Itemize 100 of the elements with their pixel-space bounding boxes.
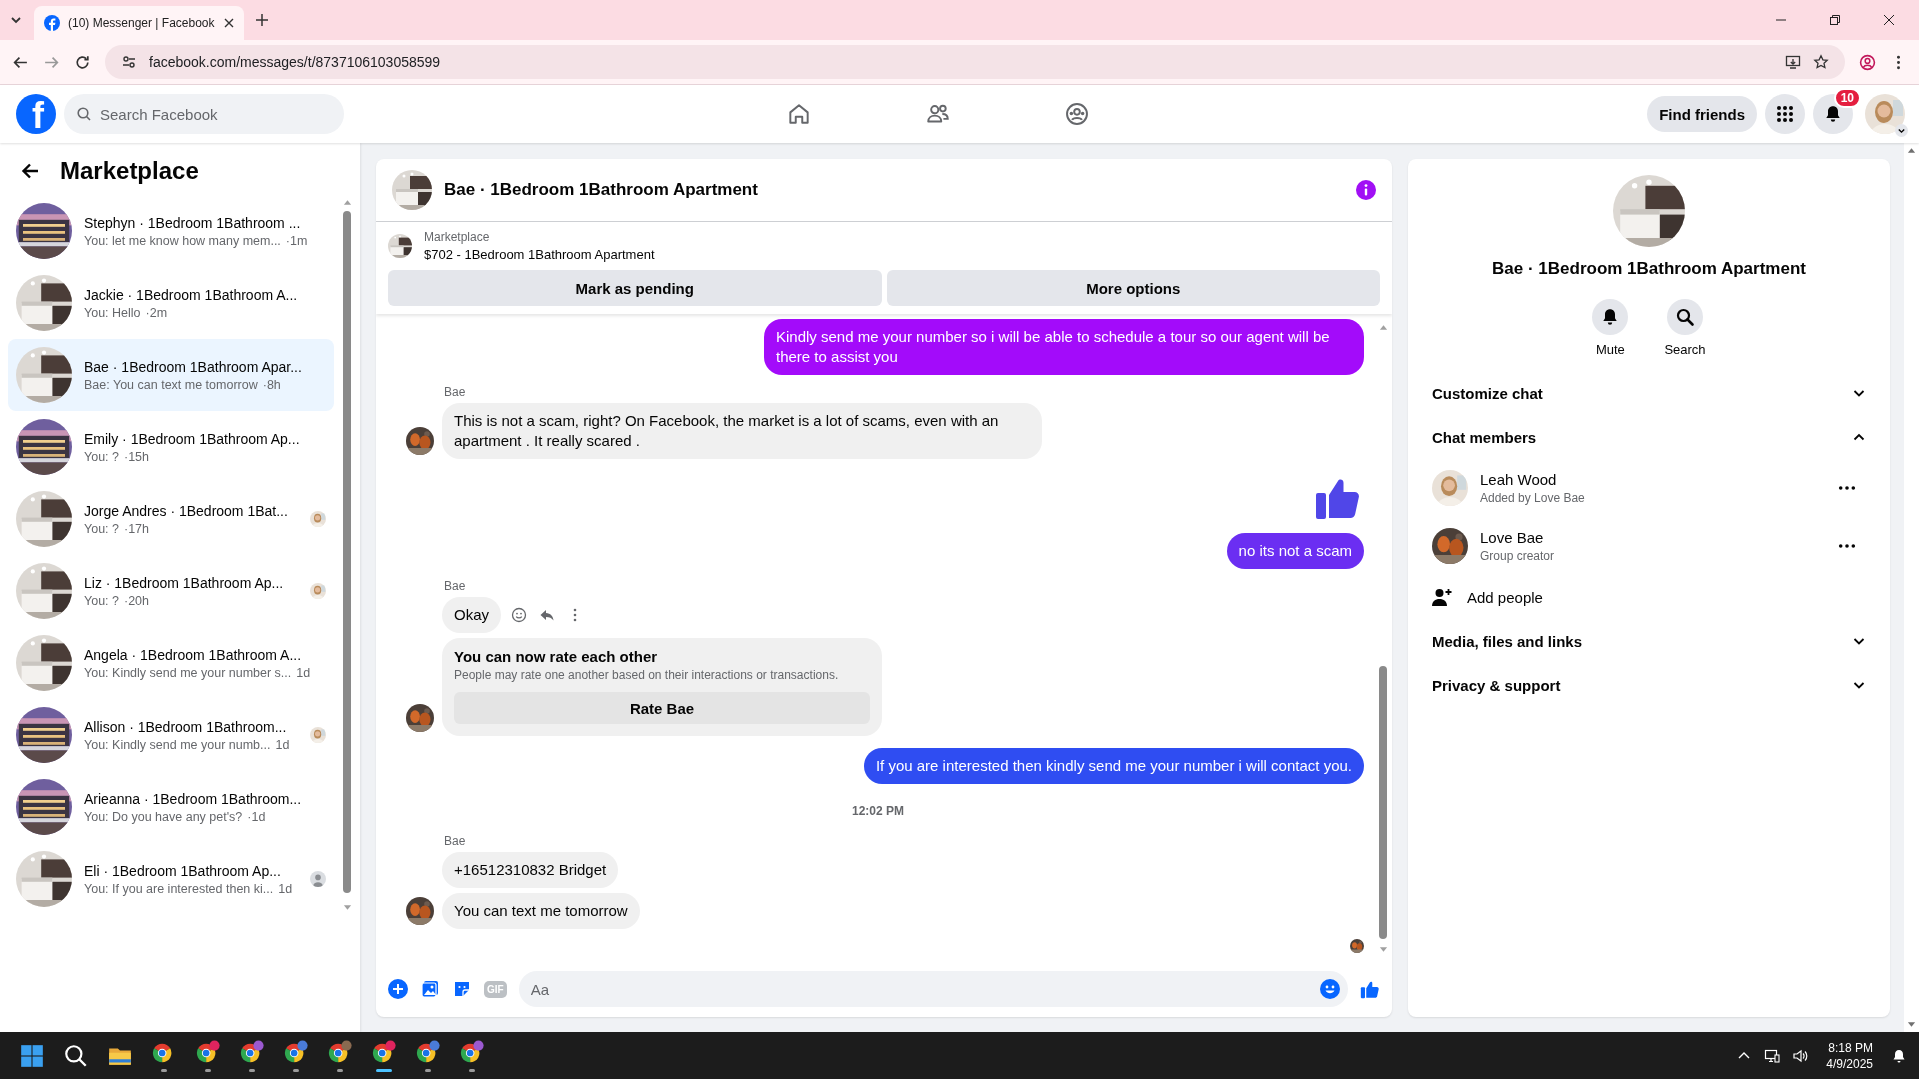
groups-icon[interactable] [1063,101,1090,127]
listing-title[interactable]: $702 - 1Bedroom 1Bathroom Apartment [424,247,655,262]
scroll-up-icon[interactable] [342,198,352,206]
plus-icon[interactable] [388,979,408,999]
volume-icon[interactable] [1792,1047,1809,1064]
more-icon[interactable] [1838,485,1856,491]
search-field[interactable]: Search Facebook [64,94,344,134]
conversation-item[interactable]: Angela · 1Bedroom 1Bathroom A... You: Kindly send me your number s... 1d [8,627,334,699]
message-preview: You: If you are interested then ki... [84,881,274,896]
conversation-item[interactable]: Eli · 1Bedroom 1Bathroom Ap... You: If you are interested then ki... 1d [8,843,334,915]
new-tab-icon[interactable] [254,12,270,28]
search-icon[interactable] [63,1042,89,1069]
star-icon[interactable] [1813,54,1829,70]
message-bubble[interactable]: Kindly send me your number so i will be able to schedule a tour so our agent will be there to assist you [764,319,1364,375]
reply-icon[interactable] [539,607,555,623]
address-field[interactable]: facebook.com/messages/t/8737106103058599 [105,45,1845,79]
message-bubble[interactable]: This is not a scam, right? On Facebook, the market is a lot of scams, even with an apartment . It really scared . [442,403,1042,459]
install-icon[interactable] [1785,54,1801,70]
info-icon[interactable] [1356,180,1376,200]
caret-icon[interactable] [1895,124,1908,137]
action-label: Mute [1595,342,1625,357]
conversation-item[interactable]: Arieanna · 1Bedroom 1Bathroom... You: Do you have any pet's? ·1d [8,771,334,843]
conversation-name: Arieanna · 1Bedroom 1Bathroom... [84,790,298,807]
network-icon[interactable] [1764,1047,1781,1064]
conversation-item[interactable]: Jorge Andres · 1Bedroom 1Bat... You: ? ·17h [8,483,334,555]
message-preview: You: ? [84,521,119,536]
listing-action-button[interactable]: Mark as pending [388,270,882,306]
sender-name: Bae [444,385,467,399]
more-icon[interactable] [1838,543,1856,549]
section-header[interactable]: Media, files and links [1424,619,1874,663]
conversation-item[interactable]: Emily · 1Bedroom 1Bathroom Ap... You: ? ·15h [8,411,334,483]
menu-button[interactable] [1765,94,1805,134]
timestamp: 12:02 PM [852,804,904,818]
message-bubble[interactable]: Okay [442,597,501,633]
message-preview: You: Hello [84,305,141,320]
photo-icon[interactable] [420,979,440,999]
member-role: Group creator [1480,549,1555,563]
message-input[interactable]: Aa [518,971,1348,1007]
site-info-icon[interactable] [121,54,137,70]
listing-label: Marketplace [424,230,491,244]
reload-icon[interactable] [74,53,91,71]
card-title: You can now rate each other [454,648,659,665]
rate-button[interactable]: Rate Bae [454,692,870,724]
message-bubble[interactable]: no its not a scam [1226,533,1364,569]
message-preview: You: Kindly send me your number s... [84,665,292,680]
sidebar-title: Marketplace [60,157,199,185]
section-header[interactable]: Privacy & support [1424,663,1874,707]
message-bubble[interactable]: You can text me tomorrow [442,893,640,929]
conversation-item[interactable]: Stephyn · 1Bedroom 1Bathroom ... You: let me know how many mem... ·1m [8,195,334,267]
time: 8:18 PM [1828,1040,1873,1055]
search-button[interactable] [1667,299,1703,335]
conversation-name: Jackie · 1Bedroom 1Bathroom A... [84,286,298,303]
member-item[interactable]: Leah Wood Added by Love Bae [1424,459,1874,517]
start-icon[interactable] [19,1042,45,1069]
restore-icon[interactable] [1829,14,1841,26]
scroll-down-icon[interactable] [342,904,352,912]
conversation-title: Bae · 1Bedroom 1Bathroom Apartment [1492,259,1806,279]
notification-badge: 10 [1833,88,1861,108]
profile-icon[interactable] [1859,53,1876,71]
close-icon[interactable] [1883,14,1895,26]
search-icon [76,106,92,122]
section-header[interactable]: Chat members [1424,415,1874,459]
thumbs-up-icon[interactable] [1360,979,1380,999]
conversation-name: Emily · 1Bedroom 1Bathroom Ap... [84,430,298,447]
member-name: Leah Wood [1480,471,1558,488]
conversation-item[interactable]: Bae · 1Bedroom 1Bathroom Apar... Bae: You can text me tomorrow ·8h [8,339,334,411]
scroll-up-icon[interactable] [1378,323,1388,331]
listing-action-button[interactable]: More options [886,270,1380,306]
emoji-icon[interactable] [511,607,527,623]
message-time: ·1d [247,809,266,824]
close-icon[interactable] [224,18,234,28]
conversation-name: Allison · 1Bedroom 1Bathroom... [84,718,288,735]
clock[interactable]: 8:18 PM 4/9/2025 [1820,1040,1879,1071]
notifications-button[interactable] [1813,94,1853,134]
scroll-thumb[interactable] [1379,666,1387,939]
scroll-down-icon[interactable] [1907,1021,1916,1029]
scrollbar[interactable] [1904,143,1919,1032]
find-friends-button[interactable]: Find friends [1647,96,1757,132]
section-header[interactable]: Customize chat [1424,371,1874,415]
sticker-icon[interactable] [452,979,472,999]
member-item[interactable]: Love Bae Group creator [1424,517,1874,575]
scroll-thumb[interactable] [343,211,351,893]
facebook-logo[interactable]: f [16,94,56,134]
scroll-up-icon[interactable] [1907,146,1916,154]
message-time: ·2m [145,305,168,320]
conversation-item[interactable]: Liz · 1Bedroom 1Bathroom Ap... You: ? ·20h [8,555,334,627]
notification-icon[interactable] [1891,1047,1907,1064]
add-people-item[interactable]: Add people [1424,575,1874,619]
mute-button[interactable] [1592,299,1629,335]
scroll-down-icon[interactable] [1378,946,1388,954]
message-bubble[interactable]: If you are interested then kindly send me your number i will contact you. [863,748,1364,784]
back-icon[interactable] [20,161,40,181]
browser-tab[interactable]: (10) Messenger | Facebook [34,6,244,40]
emoji-icon[interactable] [1320,979,1340,999]
chat-title: Bae · 1Bedroom 1Bathroom Apartment [444,180,758,200]
search-icon [1675,307,1695,327]
conversation-name: Stephyn · 1Bedroom 1Bathroom ... [84,214,298,231]
conversation-item[interactable]: Jackie · 1Bedroom 1Bathroom A... You: Hello ·2m [8,267,334,339]
message-bubble[interactable]: +16512310832 Bridget [442,852,619,888]
conversation-item[interactable]: Allison · 1Bedroom 1Bathroom... You: Kindly send me your numb... 1d [8,699,334,771]
